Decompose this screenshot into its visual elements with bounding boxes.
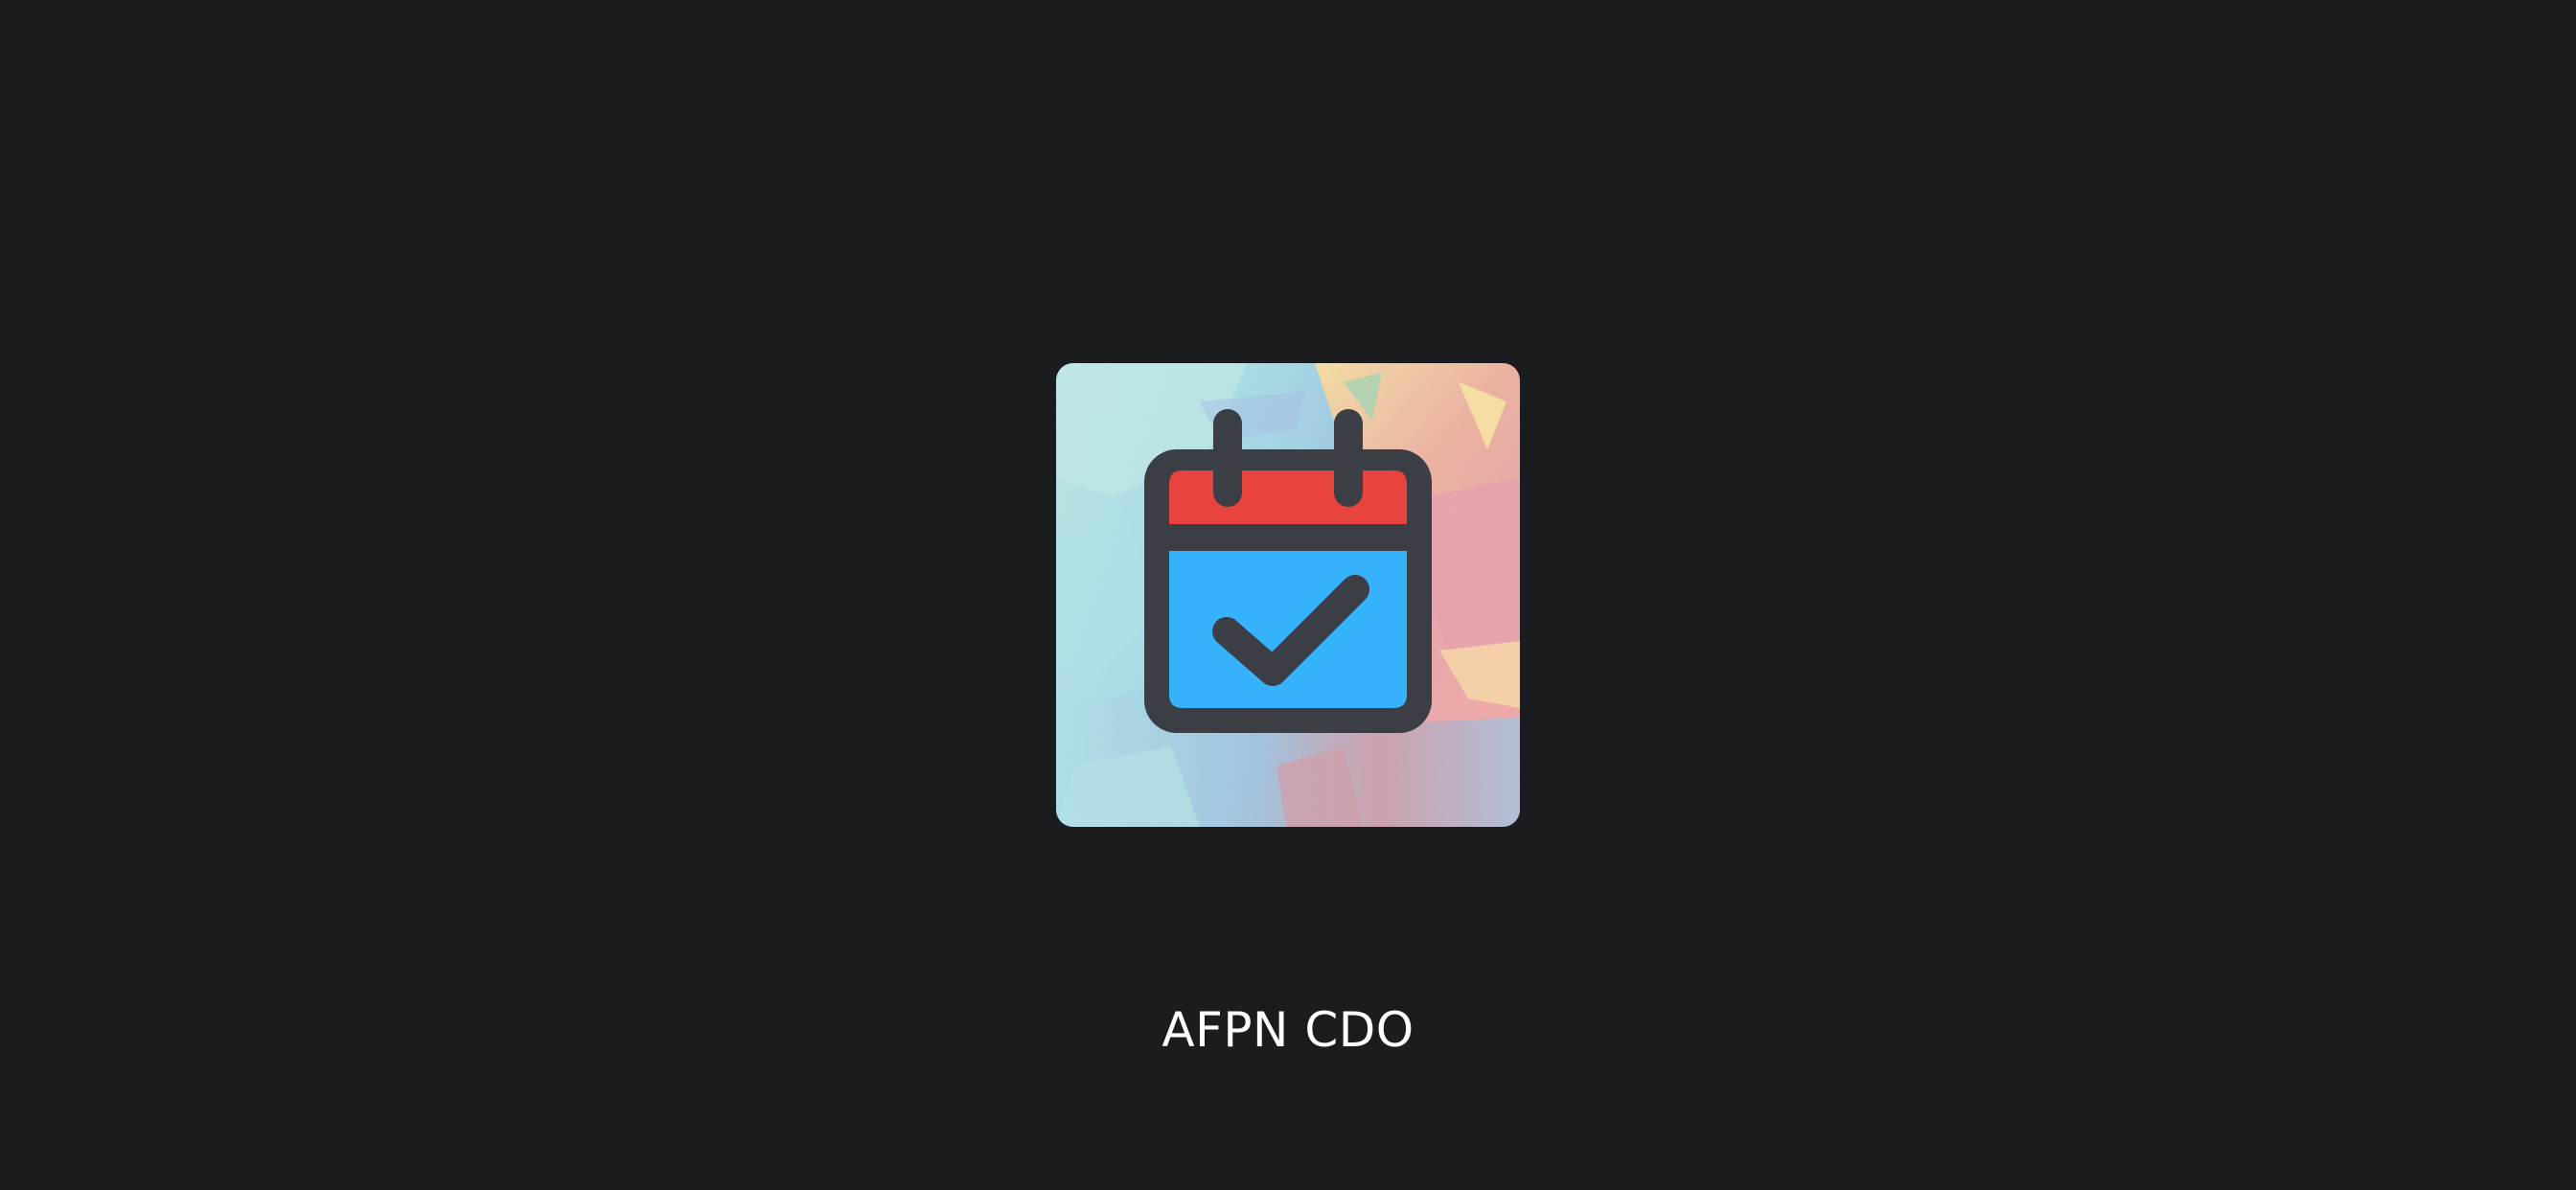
app-name-label: AFPN CDO (1162, 1002, 1414, 1058)
splash-screen: AFPN CDO (0, 0, 2576, 1190)
calendar-check-icon (1144, 409, 1432, 733)
app-icon-artwork (1056, 363, 1520, 827)
app-icon (1056, 363, 1520, 827)
